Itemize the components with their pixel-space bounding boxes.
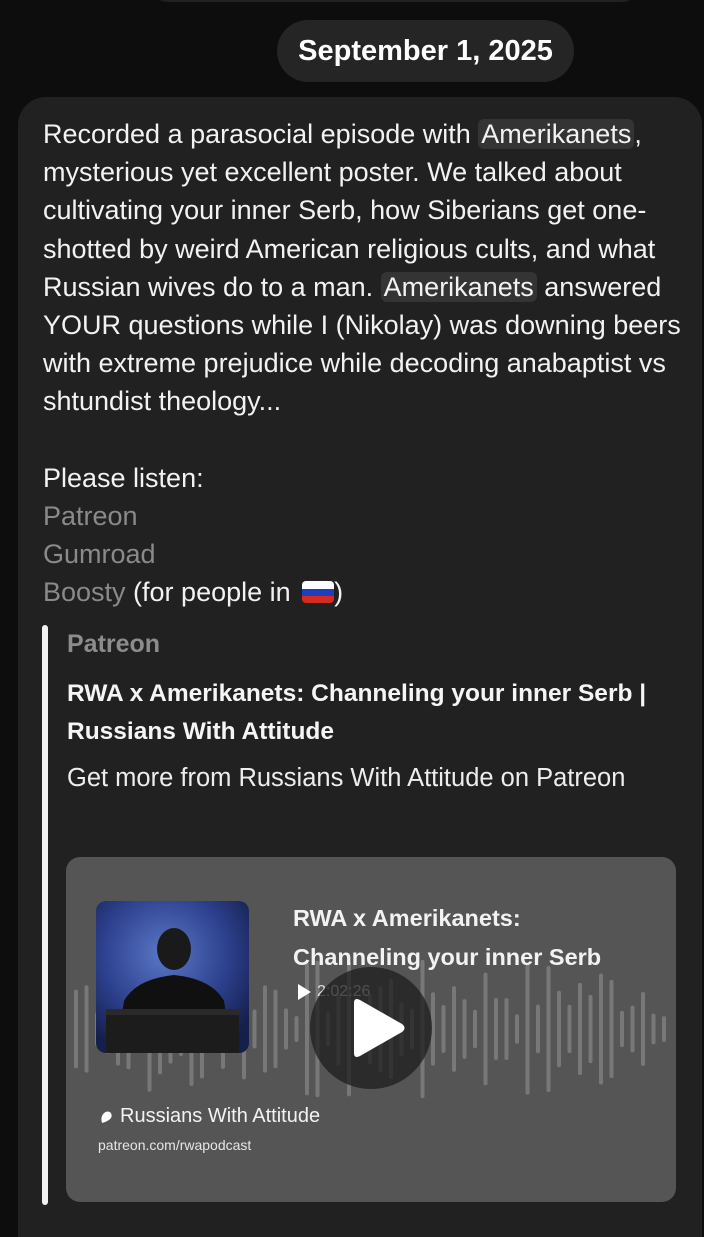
waveform-bar — [252, 1009, 257, 1049]
waveform-bar — [452, 986, 456, 1072]
waveform-bar — [599, 973, 603, 1085]
waveform-bar — [651, 1013, 656, 1045]
message-text-part: Recorded a parasocial episode with — [43, 119, 479, 149]
waveform-bar — [515, 1014, 519, 1044]
waveform-bar — [473, 1009, 477, 1049]
message-paragraph: Recorded a parasocial episode with Ameri… — [43, 115, 683, 421]
waveform-bar — [504, 997, 509, 1061]
waveform-bar — [641, 991, 645, 1067]
episode-title: RWA x Amerikanets: Channeling your inner… — [293, 905, 602, 970]
waveform-bar — [536, 1004, 540, 1054]
message-text: Recorded a parasocial episode with Ameri… — [43, 115, 683, 611]
mention-amerikanets[interactable]: Amerikanets — [478, 119, 635, 149]
podcast-name-text: Russians With Attitude — [120, 1105, 321, 1127]
link-preview-accent-bar — [42, 625, 48, 1205]
please-listen-label: Please listen: — [43, 462, 204, 493]
podcast-player-embed[interactable]: RWA x Amerikanets: Channeling your inner… — [66, 857, 676, 1202]
russia-flag-icon — [302, 581, 335, 604]
link-preview-site-name: Patreon — [67, 630, 161, 658]
boosty-note: (for people in — [125, 577, 299, 608]
waveform-bar — [294, 1015, 299, 1043]
waveform-bar — [284, 1008, 288, 1050]
link-gumroad[interactable]: Gumroad — [43, 539, 156, 569]
link-patreon[interactable]: Patreon — [43, 501, 138, 531]
play-button[interactable] — [310, 967, 432, 1089]
previous-message-bubble — [150, 0, 640, 2]
waveform-bar — [662, 1016, 666, 1042]
waveform-bar — [273, 989, 278, 1069]
waveform-bar — [74, 989, 78, 1069]
waveform-bar — [462, 999, 467, 1059]
link-preview-description: Get more from Russians With Attitude on … — [67, 764, 626, 792]
podcast-name[interactable]: Russians With Attitude — [98, 1105, 320, 1128]
waveform-bar — [588, 994, 593, 1064]
waveform-bar — [494, 997, 498, 1061]
boosty-note-end: ) — [334, 577, 344, 608]
patreon-logo-icon — [101, 1111, 112, 1123]
link-boosty[interactable]: Boosty — [43, 577, 126, 607]
waveform-bar — [630, 1005, 635, 1053]
waveform-bar — [263, 985, 267, 1073]
waveform-bar — [441, 1005, 446, 1053]
play-icon — [354, 999, 405, 1057]
waveform-bar — [525, 963, 530, 1095]
waveform-bar — [567, 1004, 572, 1054]
waveform-bar — [620, 1010, 624, 1048]
waveform-bar — [84, 985, 89, 1073]
waveform-bar — [578, 982, 582, 1076]
waveform-bar — [609, 979, 614, 1079]
waveform-bar — [483, 972, 488, 1086]
mention-amerikanets-2[interactable]: Amerikanets — [380, 271, 537, 302]
link-preview-title[interactable]: RWA x Amerikanets: Channeling your inner… — [67, 675, 697, 751]
waveform-bar — [546, 965, 551, 1093]
podcast-url[interactable]: patreon.com/rwapodcast — [98, 1137, 251, 1153]
date-separator: September 1, 2025 — [277, 20, 574, 82]
waveform-bar — [557, 990, 561, 1068]
episode-cover-image — [96, 901, 249, 1053]
